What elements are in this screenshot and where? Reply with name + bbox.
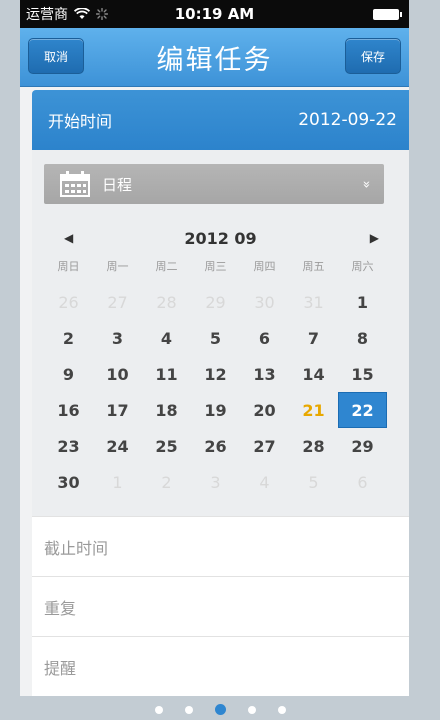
day-cell[interactable]: 17 [93, 392, 142, 428]
day-cell[interactable]: 24 [93, 428, 142, 464]
day-cell[interactable]: 9 [44, 356, 93, 392]
schedule-label: 日程 [102, 175, 133, 194]
day-cell[interactable]: 3 [93, 320, 142, 356]
day-cell[interactable]: 10 [93, 356, 142, 392]
day-cell[interactable]: 12 [191, 356, 240, 392]
option-row[interactable]: 截止时间 [32, 516, 409, 576]
schedule-selector[interactable]: 日程 » [44, 164, 384, 204]
start-time-value: 2012-09-22 [298, 110, 397, 130]
day-cell[interactable]: 2 [142, 464, 191, 500]
day-cell[interactable]: 16 [44, 392, 93, 428]
calendar-icon [60, 171, 90, 197]
day-cell[interactable]: 5 [289, 464, 338, 500]
day-cell[interactable]: 29 [191, 284, 240, 320]
day-cell[interactable]: 5 [191, 320, 240, 356]
day-cell-selected[interactable]: 22 [338, 392, 387, 428]
day-cell[interactable]: 7 [289, 320, 338, 356]
page-dot-active[interactable] [214, 704, 226, 715]
day-cell[interactable]: 3 [191, 464, 240, 500]
page-dot[interactable] [277, 705, 286, 714]
page-indicator [0, 704, 440, 715]
option-row[interactable]: 提醒 [32, 636, 409, 696]
day-cell-today[interactable]: 21 [289, 392, 338, 428]
status-bar: 运营商 10:19 AM [20, 0, 409, 28]
day-cell[interactable]: 2 [44, 320, 93, 356]
day-cell[interactable]: 26 [191, 428, 240, 464]
day-cell[interactable]: 11 [142, 356, 191, 392]
save-button[interactable]: 保存 [345, 38, 401, 74]
options-list: 截止时间 重复 提醒 [32, 516, 409, 696]
next-month-button[interactable]: ▶ [370, 231, 379, 245]
day-cell[interactable]: 18 [142, 392, 191, 428]
day-cell[interactable]: 13 [240, 356, 289, 392]
day-cell[interactable]: 28 [289, 428, 338, 464]
start-time-label: 开始时间 [48, 112, 113, 131]
day-cell[interactable]: 30 [240, 284, 289, 320]
cancel-button[interactable]: 取消 [28, 38, 84, 74]
day-cell[interactable]: 23 [44, 428, 93, 464]
day-cell[interactable]: 28 [142, 284, 191, 320]
day-cell[interactable]: 31 [289, 284, 338, 320]
page-dot[interactable] [184, 705, 193, 714]
day-cell[interactable]: 27 [240, 428, 289, 464]
weekday-label: 周三 [204, 260, 227, 273]
weekday-header: 周日 周一 周二 周三 周四 周五 周六 [44, 258, 387, 280]
weekday-label: 周五 [302, 260, 325, 273]
day-cell[interactable]: 6 [338, 464, 387, 500]
day-cell[interactable]: 4 [142, 320, 191, 356]
month-header: ◀ 2012 09 ▶ [32, 225, 409, 251]
day-cell[interactable]: 29 [338, 428, 387, 464]
month-label: 2012 09 [184, 228, 257, 248]
activity-spinner-icon [96, 8, 108, 20]
day-cell[interactable]: 20 [240, 392, 289, 428]
day-cell[interactable]: 30 [44, 464, 93, 500]
weekday-label: 周四 [253, 260, 276, 273]
option-row[interactable]: 重复 [32, 576, 409, 636]
page-dot[interactable] [154, 705, 163, 714]
battery-icon [373, 8, 402, 20]
calendar-grid: 26 27 28 29 30 31 1 2 3 4 5 6 7 8 9 10 11 12 13 14 15 16 17 18 1… [44, 284, 387, 500]
weekday-label: 周六 [351, 260, 374, 273]
day-cell[interactable]: 19 [191, 392, 240, 428]
phone-screen: 运营商 10:19 AM 取消 编辑任务 保存 开始时间 2012-09-22 … [20, 0, 409, 696]
weekday-label: 周日 [57, 260, 80, 273]
day-cell[interactable]: 25 [142, 428, 191, 464]
day-cell[interactable]: 14 [289, 356, 338, 392]
page-title: 编辑任务 [156, 44, 273, 76]
start-time-row[interactable]: 开始时间 2012-09-22 [32, 90, 409, 150]
day-cell[interactable]: 15 [338, 356, 387, 392]
weekday-label: 周二 [155, 260, 178, 273]
day-cell[interactable]: 1 [338, 284, 387, 320]
chevron-down-icon: » [358, 180, 374, 188]
day-cell[interactable]: 1 [93, 464, 142, 500]
day-cell[interactable]: 26 [44, 284, 93, 320]
carrier-name: 运营商 [26, 7, 68, 23]
day-cell[interactable]: 8 [338, 320, 387, 356]
weekday-label: 周一 [106, 260, 129, 273]
page-dot[interactable] [247, 705, 256, 714]
carrier-group: 运营商 [26, 4, 108, 24]
wifi-icon [74, 8, 90, 19]
calendar-panel: 日程 » ◀ 2012 09 ▶ 周日 周一 周二 周三 周四 周五 周六 26 27 28 29… [32, 150, 409, 516]
prev-month-button[interactable]: ◀ [64, 231, 73, 245]
nav-bar: 取消 编辑任务 保存 [20, 28, 409, 87]
day-cell[interactable]: 4 [240, 464, 289, 500]
day-cell[interactable]: 6 [240, 320, 289, 356]
day-cell[interactable]: 27 [93, 284, 142, 320]
